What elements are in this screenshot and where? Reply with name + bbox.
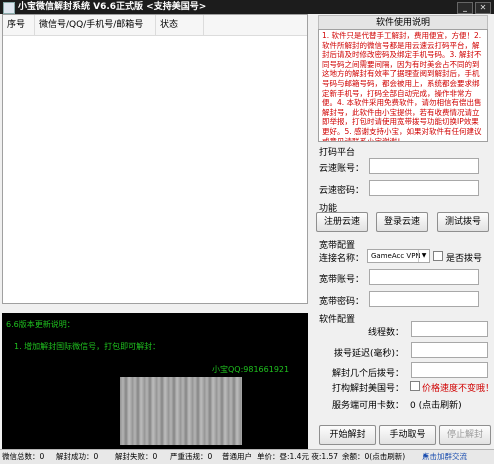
dama-password-input[interactable] [369,180,479,196]
broadband-account-input[interactable] [369,269,479,285]
broadband-password-label: 宽带密码： [318,297,364,307]
log-line-update: 1. 增加解封国际微信号，打包即可解封： [14,342,161,351]
us-number-checkbox[interactable] [410,381,420,391]
stop-unlock-button[interactable]: 停止解封 [439,425,491,445]
status-price: 单价：昼:1.4元 夜:1.57 [257,452,339,461]
status-balance[interactable]: 余额：0(点击刷新) [342,450,405,464]
notice-text: 1. 软件只是代替手工解封，费用便宜，方便！2. 软件所解封的微信号都是用云速云… [318,29,488,142]
broadband-account-label: 宽带账号： [318,275,364,285]
status-success: 解封成功：0 [56,452,99,461]
minimize-button[interactable]: _ [457,2,473,14]
start-unlock-button[interactable]: 开始解封 [319,425,376,445]
dial-checkbox[interactable] [433,251,443,261]
manual-fetch-button[interactable]: 手动取号 [379,425,436,445]
cards-label: 服务端可用卡数： [331,401,404,411]
window-title: 小宝微信解封系统 V6.6正式版 <支持美国号> [18,2,207,12]
title-bar: 小宝微信解封系统 V6.6正式版 <支持美国号> _ ✕ [0,0,494,14]
test-dial-button[interactable]: 测试拨号 [437,212,489,232]
login-button[interactable]: 登录云速 [376,212,428,232]
list-header: 序号 微信号/QQ/手机号/邮箱号 状态 [3,15,307,36]
status-total: 微信总数：0 [2,452,45,461]
dial-delay-input[interactable] [411,342,488,358]
log-qq: 小宝QQ:981661921 [212,365,290,374]
us-price-warning: 价格速度不变哦！ [422,384,494,394]
threads-input[interactable] [411,321,488,337]
dial-checkbox-label[interactable]: 是否拨号 [446,251,482,264]
log-line-title: 6.6版本更新说明： [6,320,75,329]
section-dama: 打码平台 [319,148,356,158]
us-number-label: 打构解封美国号： [331,384,404,394]
chevron-down-icon[interactable]: ▼ [418,250,429,262]
connection-select-value: GameAcc VPN [371,252,421,260]
blurred-image [120,377,242,445]
dama-account-label: 云速账号： [318,164,364,174]
dial-delay-label: 拨号延迟(毫秒)： [333,349,404,359]
broadband-password-input[interactable] [369,291,479,307]
notice-header: 软件使用说明 [318,15,488,30]
connection-label: 连接名称： [318,254,364,264]
threads-label: 线程数： [367,328,404,338]
close-button[interactable]: ✕ [475,2,491,14]
status-user-type: 普通用户 [222,452,252,461]
unlock-count-label: 解封几个后拨号： [331,369,404,379]
unlock-count-input[interactable] [411,362,488,378]
column-header-status[interactable]: 状态 [156,15,204,35]
column-header-account[interactable]: 微信号/QQ/手机号/邮箱号 [35,15,156,35]
section-broadband: 宽带配置 [319,241,356,251]
status-fail: 解封失败：0 [115,452,158,461]
status-severe: 严重违规：0 [170,452,213,461]
cards-refresh-link[interactable]: 0 (点击刷新) [410,398,462,411]
column-header-index[interactable]: 序号 [3,15,35,35]
log-panel: 6.6版本更新说明： 1. 增加解封国际微信号，打包即可解封： 小宝QQ:981… [2,313,308,449]
status-bar: 微信总数：0 解封成功：0 解封失败：0 严重违规：0 普通用户 单价：昼:1.… [0,449,494,464]
dama-password-label: 云速密码： [318,186,364,196]
dama-account-input[interactable] [369,158,479,174]
section-software: 软件配置 [319,315,356,325]
app-icon [3,2,15,14]
account-list[interactable]: 序号 微信号/QQ/手机号/邮箱号 状态 [2,14,308,304]
connection-select[interactable]: GameAcc VPN ▼ [367,249,430,263]
register-button[interactable]: 注册云速 [316,212,368,232]
